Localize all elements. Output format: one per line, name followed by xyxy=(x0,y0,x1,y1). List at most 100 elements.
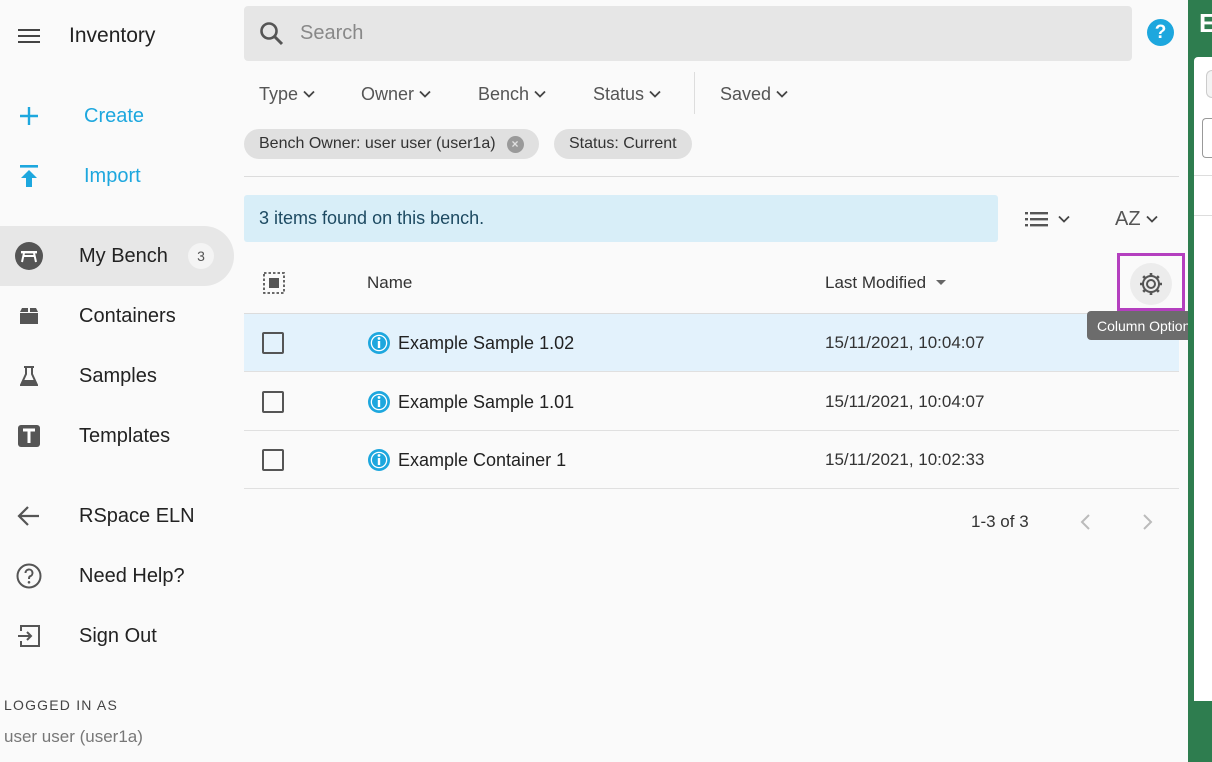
row-name[interactable]: Example Sample 1.02 xyxy=(398,333,574,354)
bench-icon xyxy=(14,241,44,271)
side-panel-control[interactable] xyxy=(1206,70,1212,98)
need-help-link[interactable]: Need Help? xyxy=(0,546,234,606)
chevron-down-icon xyxy=(776,90,788,98)
results-message: 3 items found on this bench. xyxy=(244,195,998,242)
help-button[interactable]: ? xyxy=(1147,19,1174,46)
search-input[interactable] xyxy=(300,16,1100,50)
row-checkbox[interactable] xyxy=(262,391,284,413)
template-icon xyxy=(14,421,44,451)
chevron-down-icon xyxy=(419,90,431,98)
search-bar xyxy=(244,6,1132,61)
divider xyxy=(244,176,1179,177)
column-header-name[interactable]: Name xyxy=(367,273,412,293)
sidebar-item-label: My Bench xyxy=(79,244,168,267)
sidebar-item-my-bench[interactable]: My Bench 3 xyxy=(0,226,234,286)
sidebar-item-templates[interactable]: Templates xyxy=(0,406,234,466)
create-label: Create xyxy=(84,104,145,127)
table-row[interactable]: Example Sample 1.01 15/11/2021, 10:04:07 xyxy=(244,373,1179,431)
filter-bench[interactable]: Bench xyxy=(478,82,546,106)
info-icon[interactable] xyxy=(367,448,391,472)
upload-icon xyxy=(14,161,44,191)
gear-icon xyxy=(1140,273,1162,295)
sidebar-item-label: RSpace ELN xyxy=(79,504,195,527)
filter-label: Owner xyxy=(361,83,415,104)
question-mark-icon: ? xyxy=(1154,21,1167,43)
sidebar-item-label: Need Help? xyxy=(79,564,185,587)
chevron-right-icon[interactable] xyxy=(1139,512,1155,532)
view-mode-button[interactable] xyxy=(1024,205,1070,233)
chevron-down-icon xyxy=(303,90,315,98)
sort-button[interactable]: AZ xyxy=(1115,205,1158,233)
plus-icon xyxy=(14,101,44,131)
close-icon[interactable]: × xyxy=(506,135,524,153)
flask-icon xyxy=(14,361,44,391)
side-panel-edge: E xyxy=(1188,0,1212,762)
sort-label: AZ xyxy=(1115,207,1141,230)
import-button[interactable]: Import xyxy=(0,146,234,206)
list-view-icon xyxy=(1025,212,1048,227)
filter-status[interactable]: Status xyxy=(593,82,661,106)
row-last-modified: 15/11/2021, 10:04:07 xyxy=(825,333,985,352)
app-title: Inventory xyxy=(69,24,156,47)
chip-status[interactable]: Status: Current xyxy=(554,129,692,159)
sidebar-item-samples[interactable]: Samples xyxy=(0,346,234,406)
chip-label: Status: Current xyxy=(569,135,677,152)
filter-saved[interactable]: Saved xyxy=(720,82,788,106)
side-panel-divider xyxy=(1194,175,1212,176)
sort-arrow-down-icon xyxy=(936,280,947,285)
table-row[interactable]: Example Container 1 15/11/2021, 10:02:33 xyxy=(244,431,1179,489)
count-badge: 3 xyxy=(188,243,214,269)
row-last-modified: 15/11/2021, 10:02:33 xyxy=(825,450,985,469)
chevron-down-icon xyxy=(1058,215,1070,223)
sidebar-header: Inventory xyxy=(0,0,244,72)
side-panel-field[interactable] xyxy=(1202,118,1212,158)
logged-in-label: LOGGED IN AS xyxy=(4,697,118,713)
row-name[interactable]: Example Sample 1.01 xyxy=(398,392,574,413)
container-icon xyxy=(14,301,44,331)
create-button[interactable]: Create xyxy=(0,86,234,146)
column-options-highlight xyxy=(1117,253,1185,311)
chip-label: Bench Owner: user user (user1a) xyxy=(259,135,496,152)
filter-label: Saved xyxy=(720,83,772,104)
help-circle-icon xyxy=(14,561,44,591)
sidebar-item-label: Sign Out xyxy=(79,624,157,647)
filter-owner[interactable]: Owner xyxy=(361,82,431,106)
filter-label: Bench xyxy=(478,83,530,104)
filter-label: Type xyxy=(259,83,299,104)
arrow-left-icon xyxy=(14,501,44,531)
sign-out-icon xyxy=(14,621,44,651)
import-label: Import xyxy=(84,164,141,187)
row-name[interactable]: Example Container 1 xyxy=(398,450,566,471)
chevron-down-icon xyxy=(649,90,661,98)
column-header-label: Last Modified xyxy=(825,273,927,292)
chevron-down-icon xyxy=(534,90,546,98)
search-icon xyxy=(258,20,286,53)
sidebar: Inventory Create Import My Bench 3 Conta… xyxy=(0,0,244,762)
info-icon[interactable] xyxy=(367,390,391,414)
row-checkbox[interactable] xyxy=(262,332,284,354)
filter-label: Status xyxy=(593,83,645,104)
chevron-left-icon[interactable] xyxy=(1078,512,1094,532)
side-panel-initial: E xyxy=(1199,8,1212,38)
sidebar-item-containers[interactable]: Containers xyxy=(0,286,234,346)
chip-bench-owner[interactable]: Bench Owner: user user (user1a) × xyxy=(244,129,539,159)
logged-in-user: user user (user1a) xyxy=(4,727,143,746)
sidebar-item-label: Samples xyxy=(79,364,157,387)
select-all-icon[interactable] xyxy=(262,271,286,295)
menu-icon[interactable] xyxy=(16,24,44,48)
sidebar-item-label: Templates xyxy=(79,424,171,447)
side-panel-divider xyxy=(1194,215,1212,216)
info-icon[interactable] xyxy=(367,331,391,355)
results-text: 3 items found on this bench. xyxy=(259,208,485,228)
row-checkbox[interactable] xyxy=(262,449,284,471)
row-last-modified: 15/11/2021, 10:04:07 xyxy=(825,392,985,411)
chevron-down-icon xyxy=(1145,215,1158,223)
column-options-button[interactable] xyxy=(1130,263,1172,305)
filter-type[interactable]: Type xyxy=(259,82,315,106)
sidebar-item-label: Containers xyxy=(79,304,176,327)
sign-out-link[interactable]: Sign Out xyxy=(0,606,234,666)
table-row[interactable]: Example Sample 1.02 15/11/2021, 10:04:07 xyxy=(244,314,1179,372)
pagination-range: 1-3 of 3 xyxy=(971,512,1029,531)
column-header-last-modified[interactable]: Last Modified xyxy=(825,273,947,293)
rspace-eln-link[interactable]: RSpace ELN xyxy=(0,486,234,546)
